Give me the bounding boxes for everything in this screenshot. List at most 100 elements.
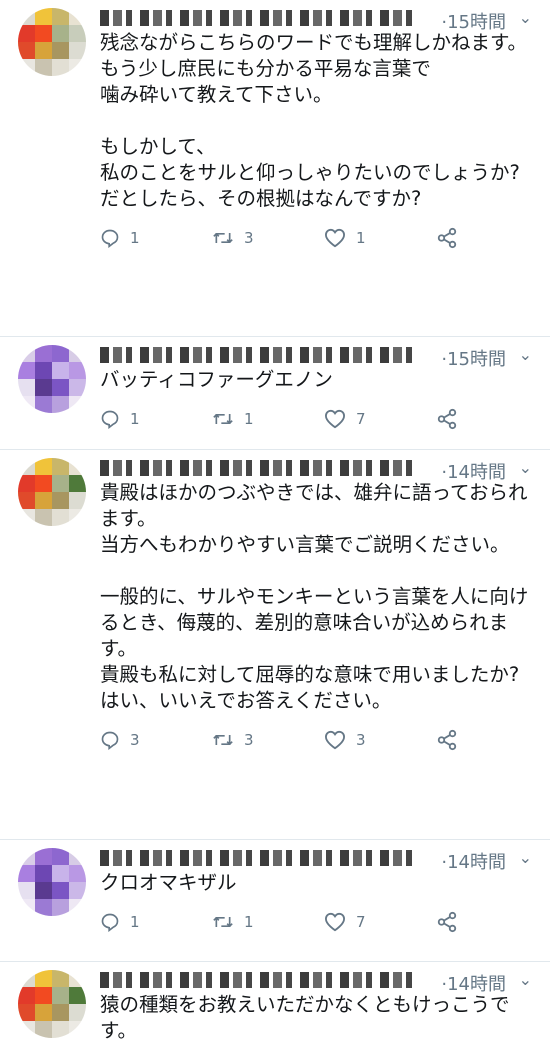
reply-count: 3	[130, 731, 140, 749]
avatar-pixel	[52, 59, 69, 76]
avatar-pixel	[35, 1021, 52, 1038]
avatar-pixel	[35, 509, 52, 526]
share-button[interactable]	[436, 729, 476, 751]
avatar[interactable]	[18, 458, 86, 526]
avatar-pixel	[35, 8, 52, 25]
avatar-pixel	[52, 509, 69, 526]
share-icon	[437, 227, 457, 249]
username-blurred[interactable]	[100, 460, 415, 476]
chevron-down-icon[interactable]: ⌄	[519, 345, 532, 364]
avatar-pixel	[52, 362, 69, 379]
tweet[interactable]: ·15時間 ⌄ バッティコファーグエノン 1 1 7	[0, 337, 550, 450]
reply-button[interactable]: 1	[100, 912, 212, 932]
avatar-pixel	[52, 1004, 69, 1021]
avatar-pixel	[52, 1021, 69, 1038]
reply-icon	[101, 913, 119, 932]
retweet-icon	[213, 233, 233, 243]
tweet-actions: 1 1 7	[100, 397, 536, 441]
avatar-pixel	[18, 987, 35, 1004]
avatar-pixel	[69, 379, 86, 396]
share-icon	[437, 408, 457, 430]
avatar-pixel	[69, 345, 86, 362]
avatar-pixel	[18, 379, 35, 396]
avatar-pixel	[52, 865, 69, 882]
timestamp[interactable]: ·15時間	[441, 8, 506, 34]
avatar[interactable]	[18, 848, 86, 916]
avatar[interactable]	[18, 345, 86, 413]
like-count: 7	[356, 410, 366, 428]
avatar-pixel	[18, 509, 35, 526]
heart-icon	[324, 912, 346, 932]
avatar-pixel	[18, 345, 35, 362]
like-count: 3	[356, 731, 366, 749]
retweet-button[interactable]: 3	[212, 228, 324, 248]
like-button[interactable]: 1	[324, 228, 436, 248]
avatar-pixel	[35, 379, 52, 396]
tweet[interactable]: ·14時間 ⌄ 猿の種類をお教えいただかなくともけっこうです。	[0, 962, 550, 1042]
reply-count: 1	[130, 410, 140, 428]
username-blurred[interactable]	[100, 347, 415, 363]
tweet[interactable]: ·14時間 ⌄ 貴殿はほかのつぶやきでは、雄弁に語っておられます。 当方へもわか…	[0, 450, 550, 840]
avatar-pixel	[35, 848, 52, 865]
like-button[interactable]: 7	[324, 912, 436, 932]
avatar-pixel	[69, 8, 86, 25]
username-blurred[interactable]	[100, 850, 415, 866]
avatar-pixel	[52, 987, 69, 1004]
avatar-pixel	[52, 475, 69, 492]
username-blurred[interactable]	[100, 10, 415, 26]
share-button[interactable]	[436, 911, 476, 933]
avatar-pixel	[35, 396, 52, 413]
avatar-pixel	[18, 1021, 35, 1038]
retweet-count: 1	[244, 410, 254, 428]
reply-icon	[101, 731, 119, 750]
retweet-icon	[213, 735, 233, 745]
heart-icon	[324, 409, 346, 429]
avatar-pixel	[69, 987, 86, 1004]
avatar-pixel	[52, 25, 69, 42]
share-icon	[437, 729, 457, 751]
like-button[interactable]: 7	[324, 409, 436, 429]
chevron-down-icon[interactable]: ⌄	[519, 848, 532, 867]
timestamp[interactable]: ·14時間	[441, 458, 506, 484]
avatar-pixel	[35, 899, 52, 916]
share-button[interactable]	[436, 408, 476, 430]
chevron-down-icon[interactable]: ⌄	[519, 8, 532, 27]
tweet[interactable]: ·15時間 ⌄ 残念ながらこちらのワードでも理解しかねます。 もう少し庶民にも分…	[0, 0, 550, 337]
avatar[interactable]	[18, 8, 86, 76]
avatar-pixel	[18, 882, 35, 899]
avatar-pixel	[69, 362, 86, 379]
retweet-button[interactable]: 1	[212, 912, 324, 932]
avatar-pixel	[35, 59, 52, 76]
avatar-pixel	[52, 345, 69, 362]
like-count: 1	[356, 229, 366, 247]
retweet-button[interactable]: 3	[212, 730, 324, 750]
share-button[interactable]	[436, 227, 476, 249]
timestamp[interactable]: ·14時間	[441, 970, 506, 996]
reply-button[interactable]: 3	[100, 730, 212, 750]
reply-button[interactable]: 1	[100, 228, 212, 248]
avatar-pixel	[35, 42, 52, 59]
avatar-pixel	[18, 899, 35, 916]
avatar-pixel	[18, 458, 35, 475]
timestamp[interactable]: ·14時間	[441, 848, 506, 874]
username-blurred[interactable]	[100, 972, 415, 988]
avatar-pixel	[69, 59, 86, 76]
avatar-pixel	[69, 475, 86, 492]
avatar[interactable]	[18, 970, 86, 1038]
reply-button[interactable]: 1	[100, 409, 212, 429]
tweet-text: 残念ながらこちらのワードでも理解しかねます。 もう少し庶民にも分かる平易な言葉で…	[100, 31, 528, 210]
avatar-pixel	[52, 458, 69, 475]
avatar-pixel	[35, 882, 52, 899]
heart-icon	[324, 228, 346, 248]
retweet-count: 1	[244, 913, 254, 931]
like-button[interactable]: 3	[324, 730, 436, 750]
timestamp[interactable]: ·15時間	[441, 345, 506, 371]
chevron-down-icon[interactable]: ⌄	[519, 458, 532, 477]
tweet[interactable]: ·14時間 ⌄ クロオマキザル 1 1 7	[0, 840, 550, 962]
avatar-pixel	[18, 396, 35, 413]
chevron-down-icon[interactable]: ⌄	[519, 970, 532, 989]
retweet-count: 3	[244, 229, 254, 247]
avatar-pixel	[69, 970, 86, 987]
retweet-button[interactable]: 1	[212, 409, 324, 429]
avatar-pixel	[69, 509, 86, 526]
